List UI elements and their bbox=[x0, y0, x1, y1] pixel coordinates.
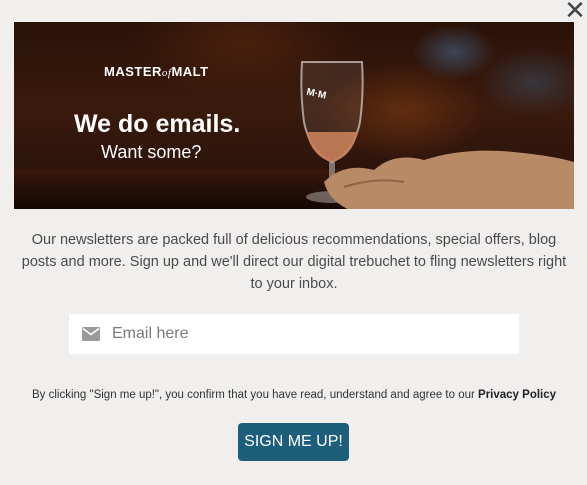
hand-image bbox=[324, 150, 574, 209]
terms-notice: By clicking "Sign me up!", you confirm t… bbox=[14, 389, 574, 401]
logo-text-master: MASTER bbox=[104, 64, 162, 79]
newsletter-description: Our newsletters are packed full of delic… bbox=[21, 232, 567, 292]
mail-icon bbox=[82, 327, 100, 341]
hero-headline: We do emails. bbox=[74, 110, 241, 138]
logo-text-malt: MALT bbox=[171, 64, 209, 79]
privacy-policy-link[interactable]: Privacy Policy bbox=[478, 389, 556, 401]
hero-subhead: Want some? bbox=[101, 142, 202, 162]
email-input[interactable] bbox=[112, 325, 492, 343]
terms-text: By clicking "Sign me up!", you confirm t… bbox=[31, 389, 479, 401]
hero-banner: MASTERofMALT We do emails. Want some? M·… bbox=[14, 22, 574, 209]
brand-logo: MASTERofMALT bbox=[104, 64, 209, 79]
email-field[interactable] bbox=[69, 314, 519, 354]
sign-me-up-button[interactable]: SIGN ME UP! bbox=[238, 423, 349, 461]
close-icon[interactable]: ✕ bbox=[563, 0, 587, 24]
